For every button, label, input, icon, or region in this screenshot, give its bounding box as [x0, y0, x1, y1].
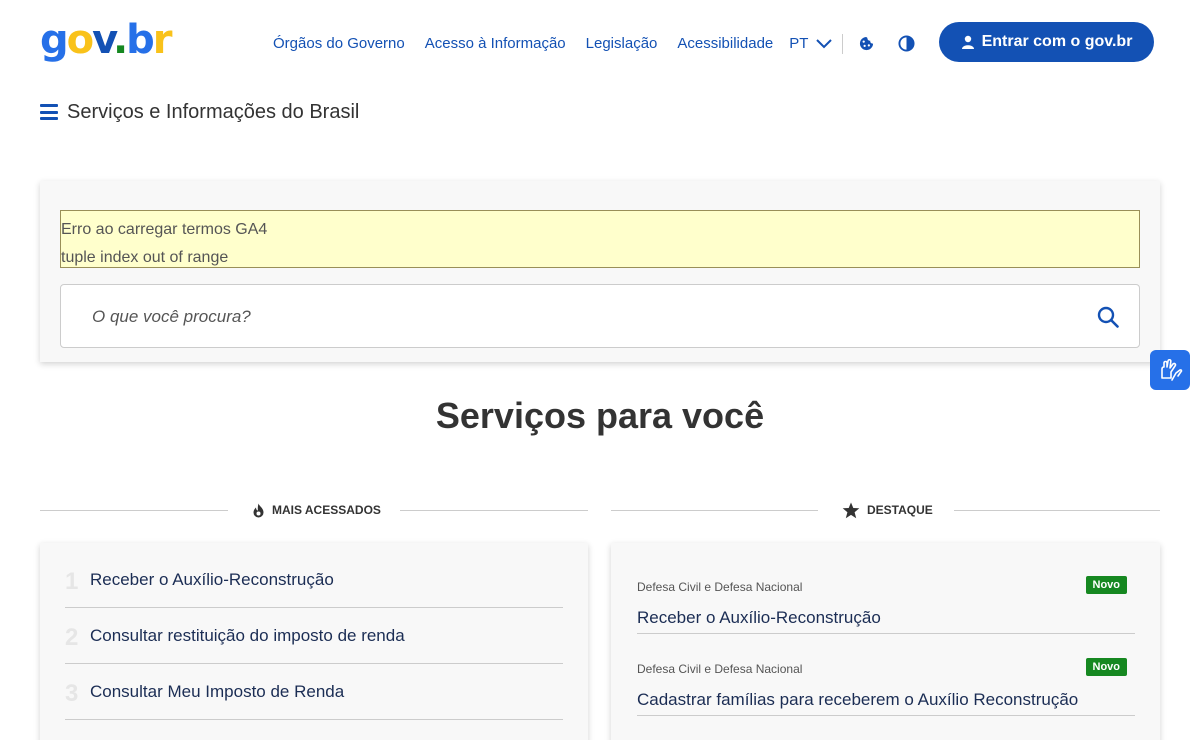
highlights-header: Destaque	[611, 500, 1160, 520]
search-box	[60, 284, 1140, 348]
most-accessed-label-group: Mais acessados	[252, 500, 381, 520]
login-brand: gov.br	[1084, 33, 1133, 50]
site-header: gov.br Órgãos do Governo Acesso à Inform…	[0, 0, 1200, 85]
contrast-icon	[897, 34, 915, 52]
rank-number: 2	[65, 623, 79, 651]
search-icon[interactable]	[1097, 306, 1119, 328]
list-item[interactable]: 3 Consultar Meu Imposto de Renda	[65, 664, 563, 720]
main-menu-bar: Serviços e Informações do Brasil	[40, 100, 359, 124]
user-icon	[961, 35, 974, 49]
error-message-line: tuple index out of range	[61, 249, 229, 266]
services-heading: Serviços para você	[435, 395, 765, 436]
highlight-item[interactable]: Defesa Civil e Defesa Nacional Novo Rece…	[637, 552, 1135, 634]
cookie-icon	[859, 36, 873, 50]
fire-icon	[253, 503, 264, 517]
service-link[interactable]: Receber o Auxílio-Reconstrução	[637, 607, 881, 629]
site-title: Serviços e Informações do Brasil	[67, 101, 360, 123]
most-accessed-label: Mais acessados	[272, 503, 381, 517]
chevron-down-icon	[816, 39, 833, 49]
list-item[interactable]: 1 Receber o Auxílio-Reconstrução	[65, 552, 563, 608]
nav-link-acessibilidade[interactable]: Acessibilidade	[677, 34, 773, 54]
login-govbr-button[interactable]: Entrar com o gov.br	[939, 22, 1154, 62]
highlights-card: Defesa Civil e Defesa Nacional Novo Rece…	[611, 543, 1160, 740]
divider-line	[611, 510, 818, 511]
cookie-settings-button[interactable]	[855, 32, 877, 54]
category-label: Defesa Civil e Defesa Nacional	[637, 662, 803, 676]
divider-line	[40, 510, 228, 511]
login-label: Entrar com o	[981, 33, 1085, 50]
nav-link-legislacao[interactable]: Legislação	[586, 34, 658, 54]
divider-line	[400, 510, 588, 511]
search-input[interactable]	[92, 303, 1052, 331]
new-badge: Novo	[1085, 658, 1127, 676]
service-link[interactable]: Consultar Meu Imposto de Renda	[90, 681, 344, 703]
service-link[interactable]: Consultar restituição do imposto de rend…	[90, 625, 405, 647]
category-label: Defesa Civil e Defesa Nacional	[637, 580, 803, 594]
divider-line	[954, 510, 1160, 511]
highlights-label: Destaque	[867, 503, 933, 517]
service-link[interactable]: Receber o Auxílio-Reconstrução	[90, 569, 334, 591]
top-navigation: Órgãos do Governo Acesso à Informação Le…	[273, 34, 844, 54]
language-selector[interactable]: PT	[789, 34, 833, 54]
rank-number: 1	[65, 567, 79, 595]
error-message-box: Erro ao carregar termos GA4 tuple index …	[60, 210, 1140, 268]
service-link[interactable]: Cadastrar famílias para receberem o Auxí…	[637, 689, 1078, 711]
list-item[interactable]: 2 Consultar restituição do imposto de re…	[65, 608, 563, 664]
highlight-item[interactable]: Defesa Civil e Defesa Nacional Novo Cada…	[637, 634, 1135, 716]
nav-divider	[842, 34, 844, 54]
highlights-label-group: Destaque	[842, 500, 933, 520]
govbr-logo[interactable]: gov.br	[40, 18, 172, 62]
rank-number: 3	[65, 679, 79, 707]
most-accessed-header: Mais acessados	[40, 500, 588, 520]
vlibras-widget-button[interactable]	[1150, 350, 1190, 390]
new-badge: Novo	[1085, 576, 1127, 594]
contrast-toggle-button[interactable]	[895, 32, 917, 54]
language-label: PT	[789, 35, 809, 52]
most-accessed-card: 1 Receber o Auxílio-Reconstrução 2 Consu…	[40, 543, 588, 740]
error-message-line: Erro ao carregar termos GA4	[61, 221, 268, 238]
nav-link-orgaos[interactable]: Órgãos do Governo	[273, 34, 405, 54]
search-panel: Erro ao carregar termos GA4 tuple index …	[40, 181, 1160, 362]
nav-link-acesso-informacao[interactable]: Acesso à Informação	[425, 34, 566, 54]
star-icon	[842, 502, 860, 518]
hamburger-icon[interactable]	[40, 104, 58, 120]
sign-language-icon	[1161, 358, 1183, 381]
